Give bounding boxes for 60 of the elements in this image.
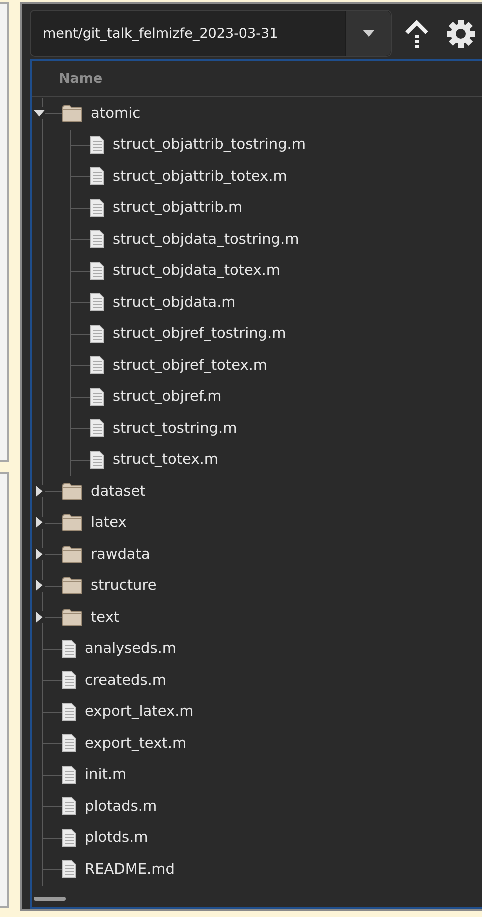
file-name: plotads.m [85,798,158,815]
folder-icon [62,514,83,532]
file-name: struct_objdata_tostring.m [113,232,300,248]
folder-name: rawdata [91,546,150,563]
collapsed-arrow-icon [34,580,44,592]
file-name: struct_objdata.m [113,294,236,311]
collapsed-arrow-icon [34,486,44,497]
document-icon [62,734,77,754]
document-icon [62,640,77,659]
document-icon [90,136,105,155]
scrollbar-thumb[interactable] [34,897,66,901]
file-name: struct_tostring.m [113,420,238,437]
file-name: struct_objattrib.m [113,200,243,216]
document-icon [90,167,105,186]
document-icon [90,293,105,312]
file-name: struct_totex.m [113,452,219,468]
document-icon [62,671,77,690]
file-name: struct_objattrib_totex.m [113,168,288,185]
folder-icon [62,546,83,564]
document-icon [62,860,77,880]
file-name: export_latex.m [85,704,194,720]
file-name: struct_objattrib_tostring.m [113,137,306,154]
file-name: struct_objdata_totex.m [113,263,281,280]
document-icon [62,766,77,785]
collapsed-arrow-icon [34,548,44,560]
document-icon [62,828,77,848]
document-icon [90,198,105,218]
folder-name: latex [91,515,127,532]
expanded-arrow-icon [34,108,44,119]
collapsed-arrow-icon [34,517,44,528]
file-name: struct_objref_totex.m [113,358,268,374]
document-icon [62,702,77,722]
folder-icon [62,482,83,501]
document-icon [90,388,105,407]
folder-icon [62,104,83,123]
folder-name: structure [91,578,157,594]
document-icon [90,230,105,250]
document-icon [90,450,105,470]
folder-icon [62,577,83,596]
document-icon [90,262,105,281]
name-column-header[interactable]: Name [32,61,482,97]
document-icon [62,797,77,816]
folder-icon [62,608,83,627]
file-name: struct_objref.m [113,389,222,406]
file-name: createds.m [85,672,167,689]
up-arrow-icon [405,20,429,48]
file-name: struct_objref_tostring.m [113,326,286,342]
file-name: export_text.m [85,736,187,752]
folder-name: dataset [91,484,146,500]
file-name: README.md [85,862,175,878]
settings-icon [447,20,475,48]
file-name: plotds.m [85,830,148,846]
file-name: init.m [85,767,127,784]
collapsed-arrow-icon [34,612,44,623]
folder-name: atomic [91,106,141,122]
document-icon [90,419,105,438]
file-name: analyseds.m [85,641,177,658]
document-icon [90,324,105,344]
folder-name: text [91,610,120,626]
document-icon [90,356,105,376]
